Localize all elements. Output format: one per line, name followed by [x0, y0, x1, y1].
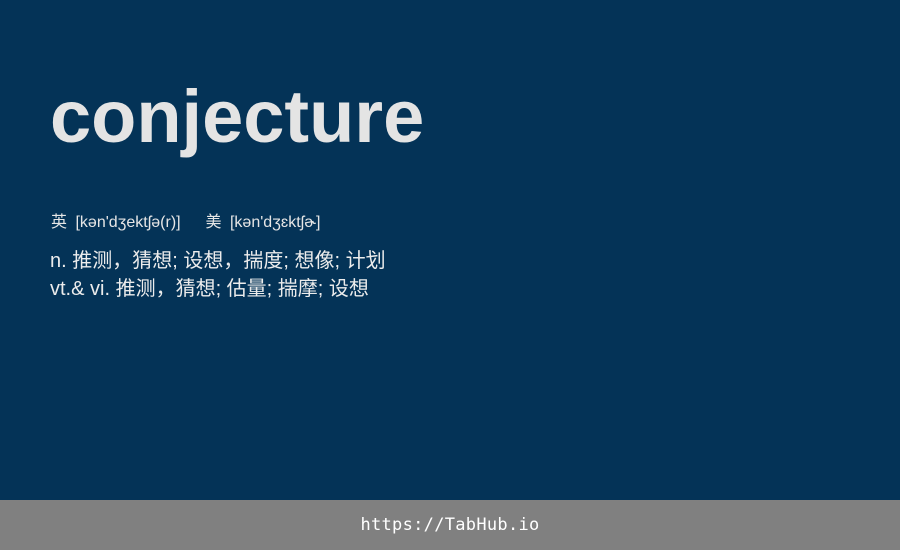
footer-link[interactable]: https://TabHub.io — [360, 515, 539, 535]
us-pronunciation: [kən'dʒɛktʃɚ] — [229, 214, 321, 231]
definition-verb: vt.& vi. 推测，猜想; 估量; 揣摩; 设想 — [50, 278, 369, 300]
uk-pronunciation: [kən'dʒektʃə(r)] — [75, 214, 181, 231]
phonetics-row: 英 [kən'dʒektʃə(r)] 美 [kən'dʒɛktʃɚ] — [51, 213, 321, 233]
us-label: 美 — [205, 214, 222, 231]
word-card: conjecture 英 [kən'dʒektʃə(r)] 美 [kən'dʒɛ… — [0, 0, 900, 500]
headword: conjecture — [50, 75, 425, 158]
definitions-list: n. 推测，猜想; 设想，揣度; 想像; 计划 vt.& vi. 推测，猜想; … — [50, 247, 386, 303]
definition-noun: n. 推测，猜想; 设想，揣度; 想像; 计划 — [50, 250, 386, 272]
footer-bar: https://TabHub.io — [0, 500, 900, 550]
uk-label: 英 — [51, 214, 68, 231]
